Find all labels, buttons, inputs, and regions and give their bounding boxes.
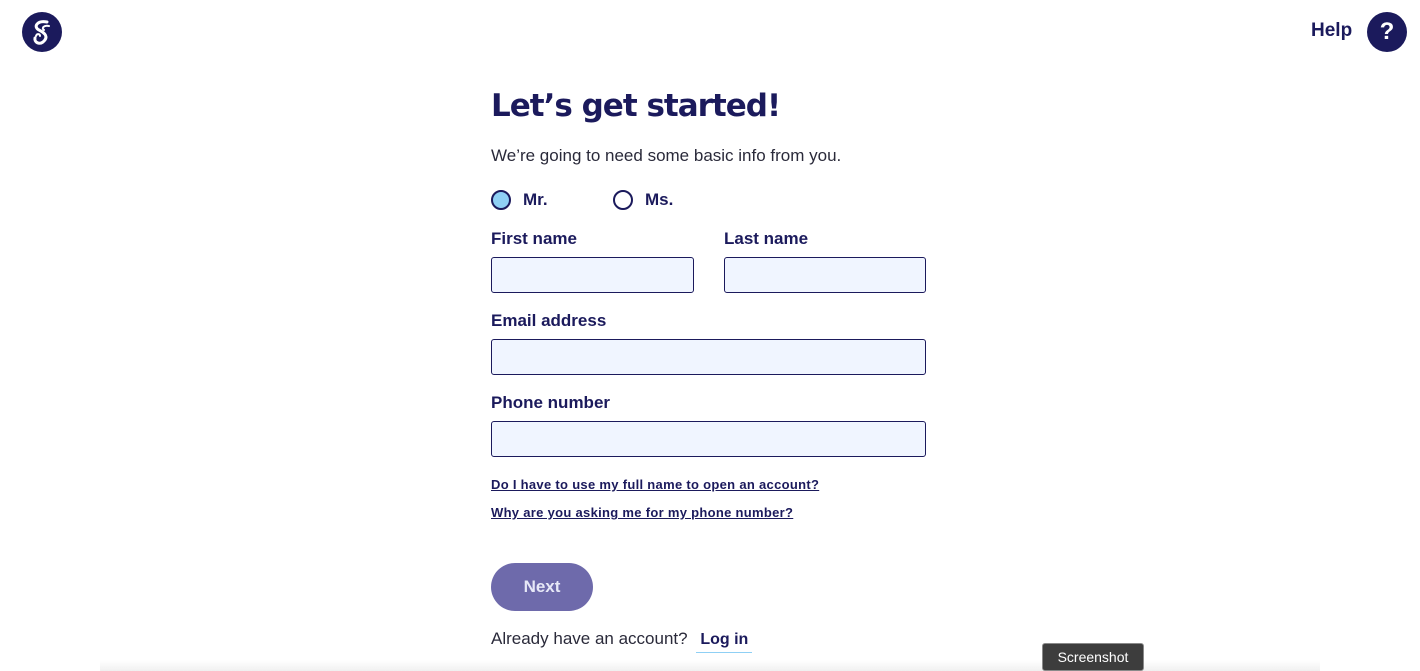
- first-name-field[interactable]: [491, 257, 694, 293]
- phone-label: Phone number: [491, 393, 611, 412]
- last-name-field[interactable]: [724, 257, 926, 293]
- screenshot-badge[interactable]: Screenshot: [1042, 643, 1144, 671]
- first-name-label: First name: [491, 229, 577, 248]
- salutation-ms-label: Ms.: [645, 190, 674, 209]
- phone-field[interactable]: [491, 421, 926, 457]
- login-prompt-text: Already have an account?: [491, 629, 688, 648]
- email-label: Email address: [491, 311, 607, 330]
- radio-unchecked-icon: [613, 190, 633, 210]
- help-link[interactable]: Help: [1311, 20, 1352, 42]
- brand-logo-mark: [33, 20, 50, 45]
- phone-faq-link[interactable]: Why are you asking me for my phone numbe…: [491, 505, 793, 520]
- email-field[interactable]: [491, 339, 926, 375]
- page-title: Let’s get started!: [491, 88, 781, 124]
- help-icon[interactable]: ?: [1367, 12, 1407, 52]
- signup-page: Help ? Let’s get started! We’re going to…: [0, 0, 1420, 671]
- page-subtitle: We’re going to need some basic info from…: [491, 146, 842, 165]
- login-prompt-row: Already have an account? Log in: [491, 629, 753, 653]
- radio-checked-icon: [491, 190, 511, 210]
- signup-form: Let’s get started! We’re going to need s…: [491, 88, 926, 653]
- salutation-group: Mr. Ms.: [491, 190, 926, 212]
- login-link[interactable]: Log in: [696, 631, 753, 653]
- salutation-mr-label: Mr.: [523, 190, 548, 209]
- last-name-label: Last name: [724, 229, 809, 248]
- brand-logo-icon[interactable]: [22, 12, 62, 52]
- salutation-mr-radio[interactable]: Mr.: [491, 190, 548, 210]
- full-name-faq-link[interactable]: Do I have to use my full name to open an…: [491, 477, 819, 492]
- next-button[interactable]: Next: [491, 563, 593, 611]
- salutation-ms-radio[interactable]: Ms.: [613, 190, 673, 210]
